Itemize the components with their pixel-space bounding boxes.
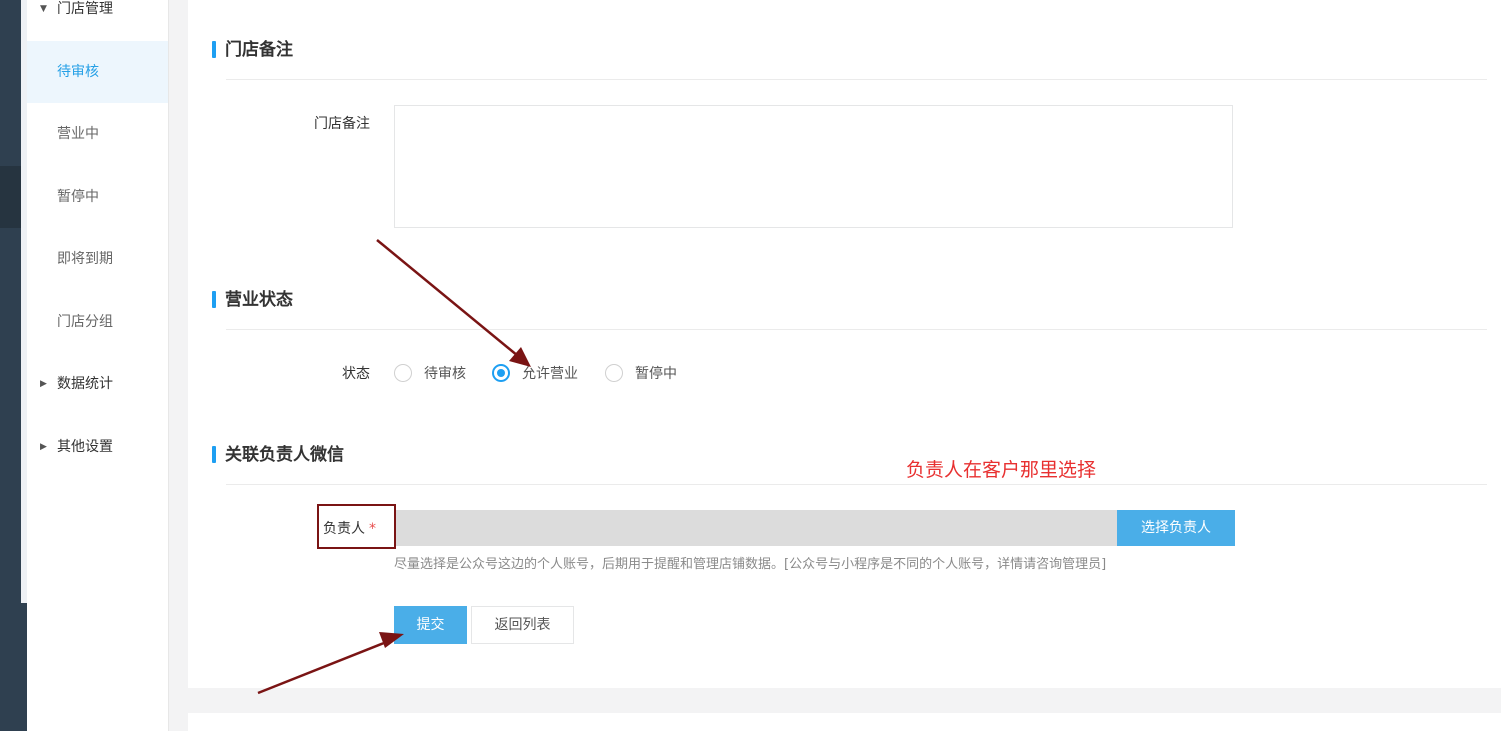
sidebar-item-pending[interactable]: 待审核	[27, 41, 168, 103]
sidebar-group-stats[interactable]: ▶ 数据统计	[27, 373, 168, 395]
owner-label: 负责人 *	[323, 521, 376, 537]
sidebar-group-label: 其他设置	[57, 439, 113, 455]
radio-pending[interactable]	[394, 364, 412, 382]
sidebar-group-store[interactable]: ▼ 门店管理	[27, 0, 168, 20]
section-accent-bar	[212, 41, 216, 58]
sidebar-item-paused[interactable]: 暂停中	[27, 166, 168, 228]
select-owner-button[interactable]: 选择负责人	[1117, 510, 1235, 546]
radio-paused[interactable]	[605, 364, 623, 382]
sidebar-group-label: 门店管理	[57, 1, 113, 17]
radio-label-paused: 暂停中	[635, 366, 677, 382]
section-divider	[226, 484, 1487, 485]
remark-textarea[interactable]	[394, 105, 1233, 228]
required-mark: *	[369, 521, 376, 537]
section-accent-bar	[212, 446, 216, 463]
sidebar-item-expiring[interactable]: 即将到期	[27, 228, 168, 290]
caret-down-icon: ▼	[40, 4, 47, 14]
status-label: 状态	[342, 366, 370, 382]
secondary-sidebar: ▼ 门店管理 待审核 营业中 暂停中 即将到期 门店分组 ▶ 数据统计 ▶ 其他…	[27, 0, 169, 731]
sidebar-item-groups[interactable]: 门店分组	[27, 291, 168, 353]
section-divider	[226, 79, 1487, 80]
owner-input[interactable]	[396, 510, 1117, 546]
radio-label-allow-open: 允许营业	[522, 366, 578, 382]
lower-panel	[188, 713, 1501, 731]
radio-allow-open[interactable]	[492, 364, 510, 382]
sidebar-item-open[interactable]: 营业中	[27, 103, 168, 165]
owner-hint: 尽量选择是公众号这边的个人账号，后期用于提醒和管理店铺数据。[公众号与小程序是不…	[394, 557, 1107, 572]
back-to-list-button[interactable]: 返回列表	[471, 606, 574, 644]
caret-right-icon: ▶	[40, 442, 47, 452]
sidebar-group-other[interactable]: ▶ 其他设置	[27, 436, 168, 458]
submit-button[interactable]: 提交	[394, 606, 467, 644]
section-divider	[226, 329, 1487, 330]
owner-annotation-note: 负责人在客户那里选择	[906, 459, 1097, 481]
store-edit-form: 门店备注 门店备注 营业状态 状态 待审核 允许营业 暂停中 关联负责人微信 负…	[188, 0, 1501, 688]
section-accent-bar	[212, 291, 216, 308]
remark-label: 门店备注	[314, 116, 370, 132]
radio-label-pending: 待审核	[424, 366, 466, 382]
caret-right-icon: ▶	[40, 379, 47, 389]
sidebar-group-label: 数据统计	[57, 376, 113, 392]
